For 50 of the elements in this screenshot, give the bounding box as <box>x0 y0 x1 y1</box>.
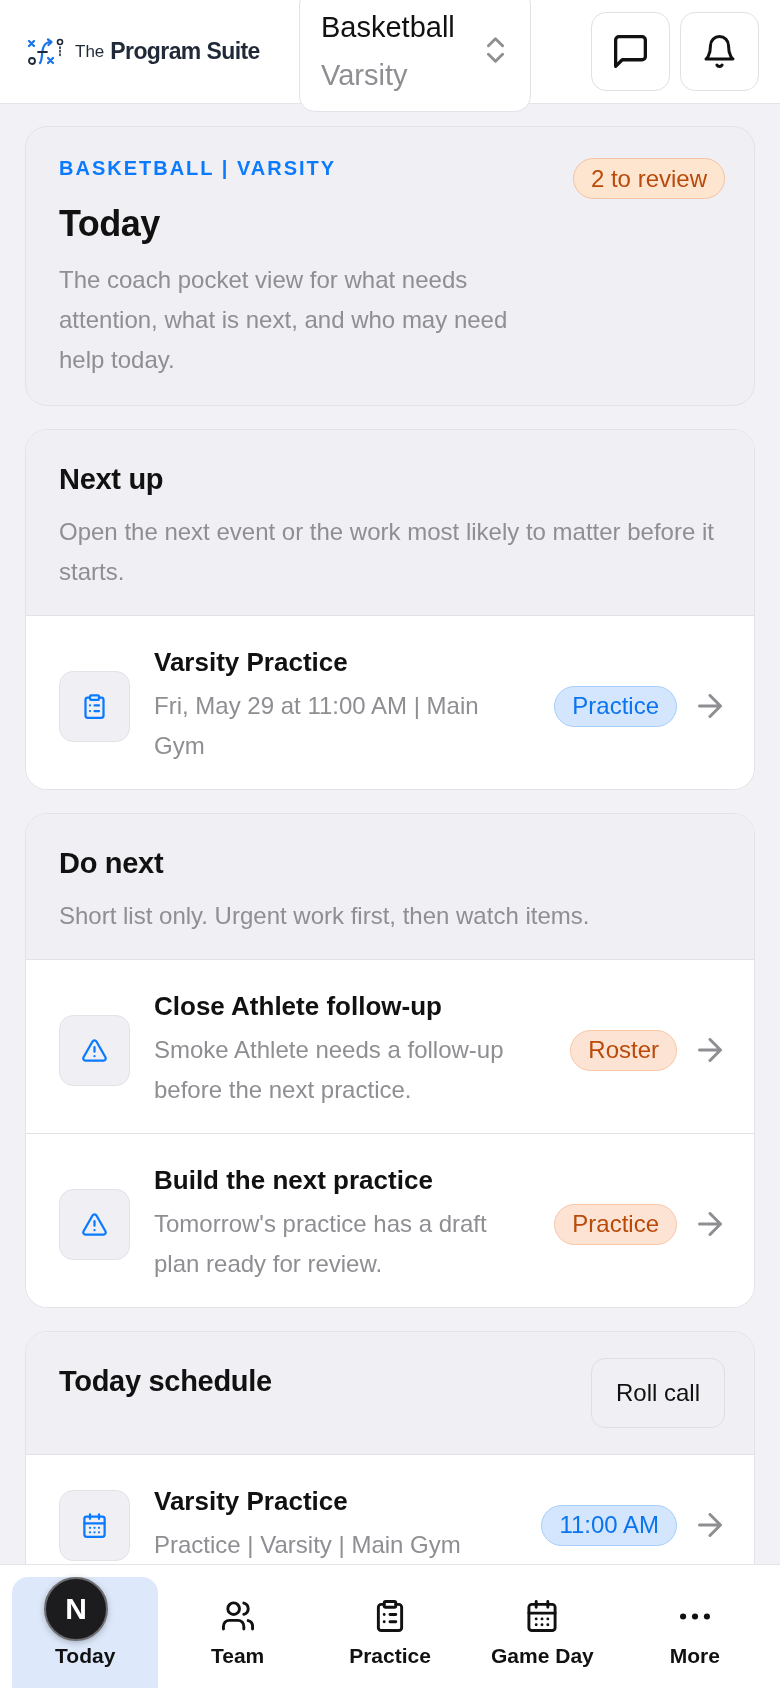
ellipsis-icon <box>679 1612 710 1620</box>
category-tag: Practice <box>554 1203 677 1245</box>
item-subtitle: Tomorrow's practice has a draft plan ready for review. <box>154 1209 488 1279</box>
category-tag: Practice <box>554 685 677 727</box>
item-subtitle: Smoke Athlete needs a follow-up before the next practice. <box>154 1035 505 1105</box>
arrow-right-icon <box>698 1212 722 1236</box>
section-description: Short list only. Urgent work first, then watch items. <box>59 901 591 931</box>
calendar-icon <box>59 1489 130 1561</box>
nav-tab[interactable]: Practice <box>316 1577 464 1688</box>
section-title: Today schedule <box>59 1364 273 1399</box>
category-tag: 11:00 AM <box>541 1504 677 1546</box>
section-title: Next up <box>59 462 165 497</box>
category-tag: Roster <box>570 1029 677 1071</box>
page-description: The coach pocket view for what needs attention, what is next, and who may need help today. <box>59 265 509 375</box>
nav-tab[interactable]: More <box>621 1577 768 1688</box>
chevron-up-down-icon <box>487 37 504 63</box>
clipboard-list-icon <box>374 1600 406 1632</box>
page-title: Today <box>59 202 161 246</box>
play-diagram-icon <box>27 37 65 66</box>
clipboard-list-icon <box>59 670 130 742</box>
team-eyebrow: BASKETBALL | VARSITY <box>59 156 338 181</box>
warning-icon <box>59 1014 130 1086</box>
section-title: Do next <box>59 846 165 881</box>
bell-icon <box>703 35 736 68</box>
item-title: Build the next practice <box>154 1164 434 1196</box>
nav-tab[interactable]: Game Day <box>469 1577 616 1688</box>
chat-bubble-icon <box>614 35 647 68</box>
item-title: Varsity Practice <box>154 1485 349 1517</box>
calendar-icon <box>526 1600 559 1632</box>
section-description: Open the next event or the work most likely to matter before it starts. <box>59 517 715 587</box>
list-row[interactable]: Build the next practice Tomorrow's practice has a draft plan ready for review. Practice <box>26 1133 754 1307</box>
arrow-right-icon <box>698 1038 722 1062</box>
item-subtitle: Fri, May 29 at 11:00 AM | Main Gym <box>154 691 480 761</box>
nav-tab[interactable]: Team <box>164 1577 311 1688</box>
warning-icon <box>59 1188 130 1260</box>
users-icon <box>221 1600 254 1632</box>
item-title: Varsity Practice <box>154 646 349 678</box>
list-row[interactable]: Varsity Practice Practice | Varsity | Main Gym 11:00 AM <box>26 1454 754 1564</box>
brand-prefix: The <box>75 41 105 62</box>
item-subtitle: Practice | Varsity | Main Gym <box>154 1530 462 1560</box>
messages-button[interactable] <box>591 12 670 91</box>
roll-call-button[interactable]: Roll call <box>590 1358 725 1428</box>
list-row[interactable]: Varsity Practice Fri, May 29 at 11:00 AM | Main Gym Practice <box>26 615 754 789</box>
notifications-button[interactable] <box>680 12 759 91</box>
item-title: Close Athlete follow-up <box>154 990 443 1022</box>
arrow-right-icon <box>698 694 722 718</box>
brand-name: Program Suite <box>110 38 260 65</box>
review-count-badge: 2 to review <box>572 158 725 199</box>
team-selector[interactable]: Basketball Varsity <box>299 0 531 112</box>
arrow-right-icon <box>698 1513 722 1537</box>
